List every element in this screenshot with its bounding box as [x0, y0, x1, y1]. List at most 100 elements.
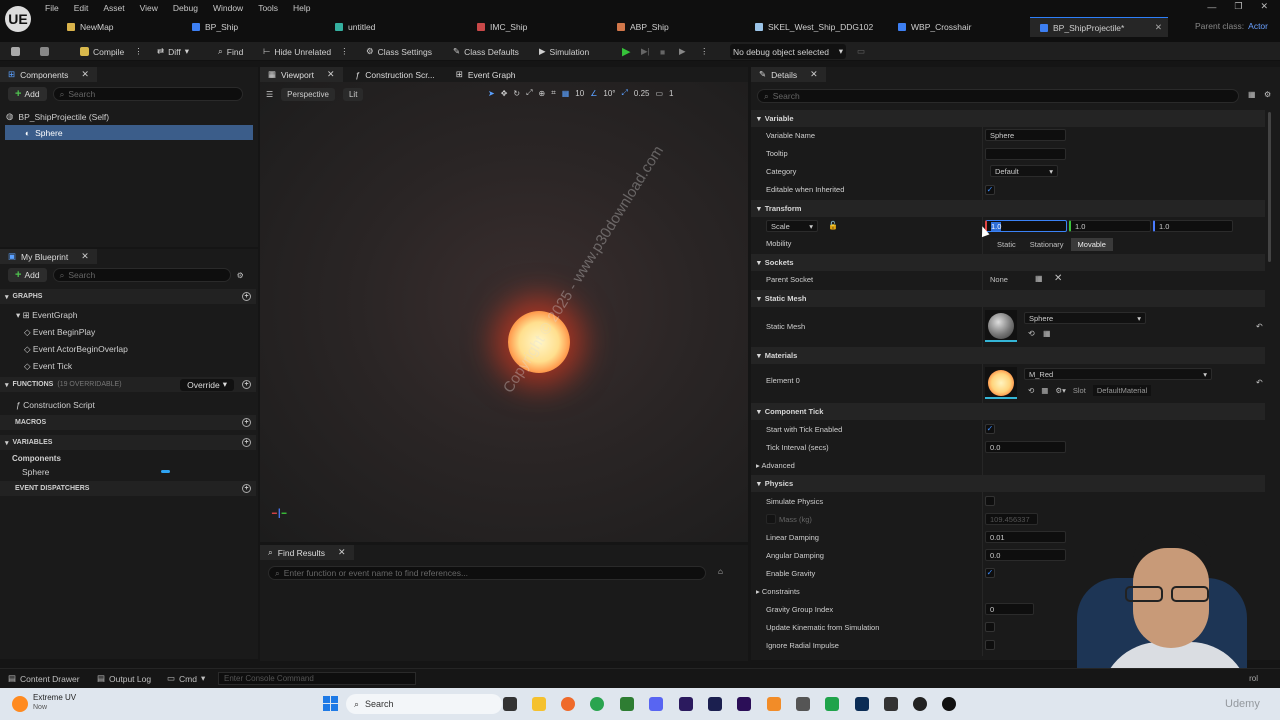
chrome-icon[interactable]: [590, 697, 604, 711]
components-search-input[interactable]: ⌕ Search: [52, 87, 243, 101]
use-selected-icon[interactable]: ⟲: [1028, 386, 1034, 395]
console-input[interactable]: Enter Console Command: [218, 672, 416, 685]
category-transform[interactable]: ▾ Transform: [751, 200, 1265, 217]
menu-asset[interactable]: Asset: [96, 3, 132, 13]
category-variable[interactable]: ▾ Variable: [751, 110, 1265, 127]
menu-file[interactable]: File: [38, 3, 67, 13]
material-dropdown[interactable]: M_Red ▾: [1024, 368, 1212, 380]
class-settings-button[interactable]: ⚙ Class Settings: [363, 44, 435, 59]
tab-skel-ship[interactable]: SKEL_West_Ship_DDG102: [755, 17, 873, 37]
close-icon[interactable]: ✕: [338, 547, 346, 558]
section-event-dispatchers[interactable]: EVENT DISPATCHERS +: [0, 481, 256, 496]
clear-socket-icon[interactable]: ✕: [1054, 273, 1062, 284]
close-tab-icon[interactable]: ✕: [1155, 22, 1162, 33]
mobility-stationary[interactable]: Stationary: [1022, 238, 1071, 251]
add-component-button[interactable]: + Add: [8, 87, 47, 101]
stop-icon[interactable]: ■: [657, 44, 668, 59]
select-mode-icon[interactable]: ➤: [488, 89, 495, 98]
parent-class-link[interactable]: Actor: [1248, 21, 1268, 31]
tab-untitled[interactable]: untitled: [335, 17, 375, 37]
close-icon[interactable]: ✕: [81, 69, 89, 80]
menu-tools[interactable]: Tools: [251, 3, 286, 13]
material-thumbnail[interactable]: [985, 367, 1017, 399]
details-search-input[interactable]: ⌕ Search: [757, 89, 1239, 103]
tab-construction-script[interactable]: ƒ Construction Scr...: [348, 67, 443, 82]
menu-edit[interactable]: Edit: [67, 3, 97, 13]
more-icon[interactable]: ⋮: [697, 44, 712, 59]
section-variables[interactable]: ▾ VARIABLES +: [0, 435, 256, 450]
tab-event-graph[interactable]: ⊞ Event Graph: [448, 67, 524, 82]
unreal-logo-icon[interactable]: UE: [5, 6, 31, 32]
reset-icon[interactable]: ↶: [1256, 378, 1263, 387]
category-materials[interactable]: ▾ Materials: [751, 347, 1265, 364]
file-explorer-icon[interactable]: [532, 697, 546, 711]
simulate-physics-checkbox[interactable]: [985, 496, 995, 506]
add-graph-icon[interactable]: +: [242, 292, 251, 301]
editable-inherited-checkbox[interactable]: ✓: [985, 185, 995, 195]
find-in-all-icon[interactable]: ⌂: [718, 567, 723, 576]
material-options-icon[interactable]: ⚙▾: [1055, 386, 1066, 395]
tab-imc-ship[interactable]: IMC_Ship: [477, 17, 527, 37]
browse-icon[interactable]: [37, 44, 52, 59]
rotate-icon[interactable]: ↻: [513, 89, 520, 98]
menu-help[interactable]: Help: [286, 3, 318, 13]
add-dispatcher-icon[interactable]: +: [242, 484, 251, 493]
close-icon[interactable]: ✕: [810, 69, 818, 80]
xbox-icon[interactable]: [620, 697, 634, 711]
start-tick-checkbox[interactable]: ✓: [985, 424, 995, 434]
firefox-icon[interactable]: [561, 697, 575, 711]
weather-icon[interactable]: [12, 696, 28, 712]
scale-x-input[interactable]: 1.0: [985, 220, 1067, 232]
scale-y-input[interactable]: 1.0: [1069, 220, 1151, 232]
category-physics[interactable]: ▾ Physics: [751, 475, 1265, 492]
discord-icon[interactable]: [649, 697, 663, 711]
hide-unrelated-button[interactable]: ⊢ Hide Unrelated ⋮: [260, 44, 352, 59]
taskbar-search[interactable]: ⌕ Search: [346, 694, 502, 714]
category-static-mesh[interactable]: ▾ Static Mesh: [751, 290, 1265, 307]
photoshop-icon[interactable]: [855, 697, 869, 711]
save-icon[interactable]: [8, 44, 23, 59]
tab-viewport[interactable]: ▦ Viewport ✕: [260, 67, 343, 82]
blueprint-search-input[interactable]: ⌕ Search: [52, 268, 231, 282]
gravity-group-input[interactable]: 0: [985, 603, 1034, 615]
viewport-panel[interactable]: ▦ Viewport ✕ ƒ Construction Scr... ⊞ Event G…: [260, 67, 748, 542]
category-sockets[interactable]: ▾ Sockets: [751, 254, 1265, 271]
github-icon[interactable]: [913, 697, 927, 711]
browse-socket-icon[interactable]: ▦: [1035, 274, 1043, 283]
tooltip-input[interactable]: [985, 148, 1066, 160]
tick-interval-input[interactable]: 0.0: [985, 441, 1066, 453]
play-icon[interactable]: ▶: [619, 44, 633, 59]
settings-icon[interactable]: ⚙: [1264, 90, 1271, 99]
variable-name-input[interactable]: Sphere: [985, 129, 1066, 141]
enable-gravity-checkbox[interactable]: ✓: [985, 568, 995, 578]
component-sphere[interactable]: ◐ Sphere: [5, 125, 253, 140]
blender-icon[interactable]: [767, 697, 781, 711]
add-macro-icon[interactable]: +: [242, 418, 251, 427]
audition-icon[interactable]: [708, 697, 722, 711]
browse-material-icon[interactable]: ▦: [1041, 386, 1048, 395]
advanced-expander[interactable]: ▸ Advanced: [756, 461, 795, 470]
mobility-movable[interactable]: Movable: [1070, 238, 1113, 251]
radial-impulse-checkbox[interactable]: [985, 640, 995, 650]
world-icon[interactable]: ⊕: [539, 89, 546, 98]
override-dropdown[interactable]: Override ▾: [180, 378, 234, 391]
find-results-input[interactable]: ⌕ Enter function or event name to find re…: [268, 566, 706, 580]
translate-icon[interactable]: ✥: [501, 89, 508, 98]
grid-snap-icon[interactable]: ▦: [562, 89, 570, 98]
scale-snap-icon[interactable]: ⤢: [621, 88, 627, 98]
settings-gear-icon[interactable]: ⚙: [237, 271, 244, 280]
diff-button[interactable]: ⇄ Diff ▾: [154, 44, 192, 59]
scrollbar[interactable]: [1268, 112, 1271, 262]
mesh-thumbnail[interactable]: [985, 310, 1017, 342]
function-construction-script[interactable]: ƒ Construction Script: [16, 400, 95, 410]
static-mesh-dropdown[interactable]: Sphere ▾: [1024, 312, 1146, 324]
add-function-icon[interactable]: +: [242, 380, 251, 389]
tab-abp-ship[interactable]: ABP_Ship: [617, 17, 669, 37]
eject-icon[interactable]: ▶: [676, 44, 689, 59]
class-defaults-button[interactable]: ✎ Class Defaults: [450, 44, 522, 59]
use-selected-icon[interactable]: ⟲: [1028, 329, 1035, 338]
app-icon[interactable]: [884, 697, 898, 711]
media-encoder-icon[interactable]: [737, 697, 751, 711]
constraints-expander[interactable]: ▸ Constraints: [756, 587, 800, 596]
scale-icon[interactable]: ⤢: [526, 88, 532, 98]
